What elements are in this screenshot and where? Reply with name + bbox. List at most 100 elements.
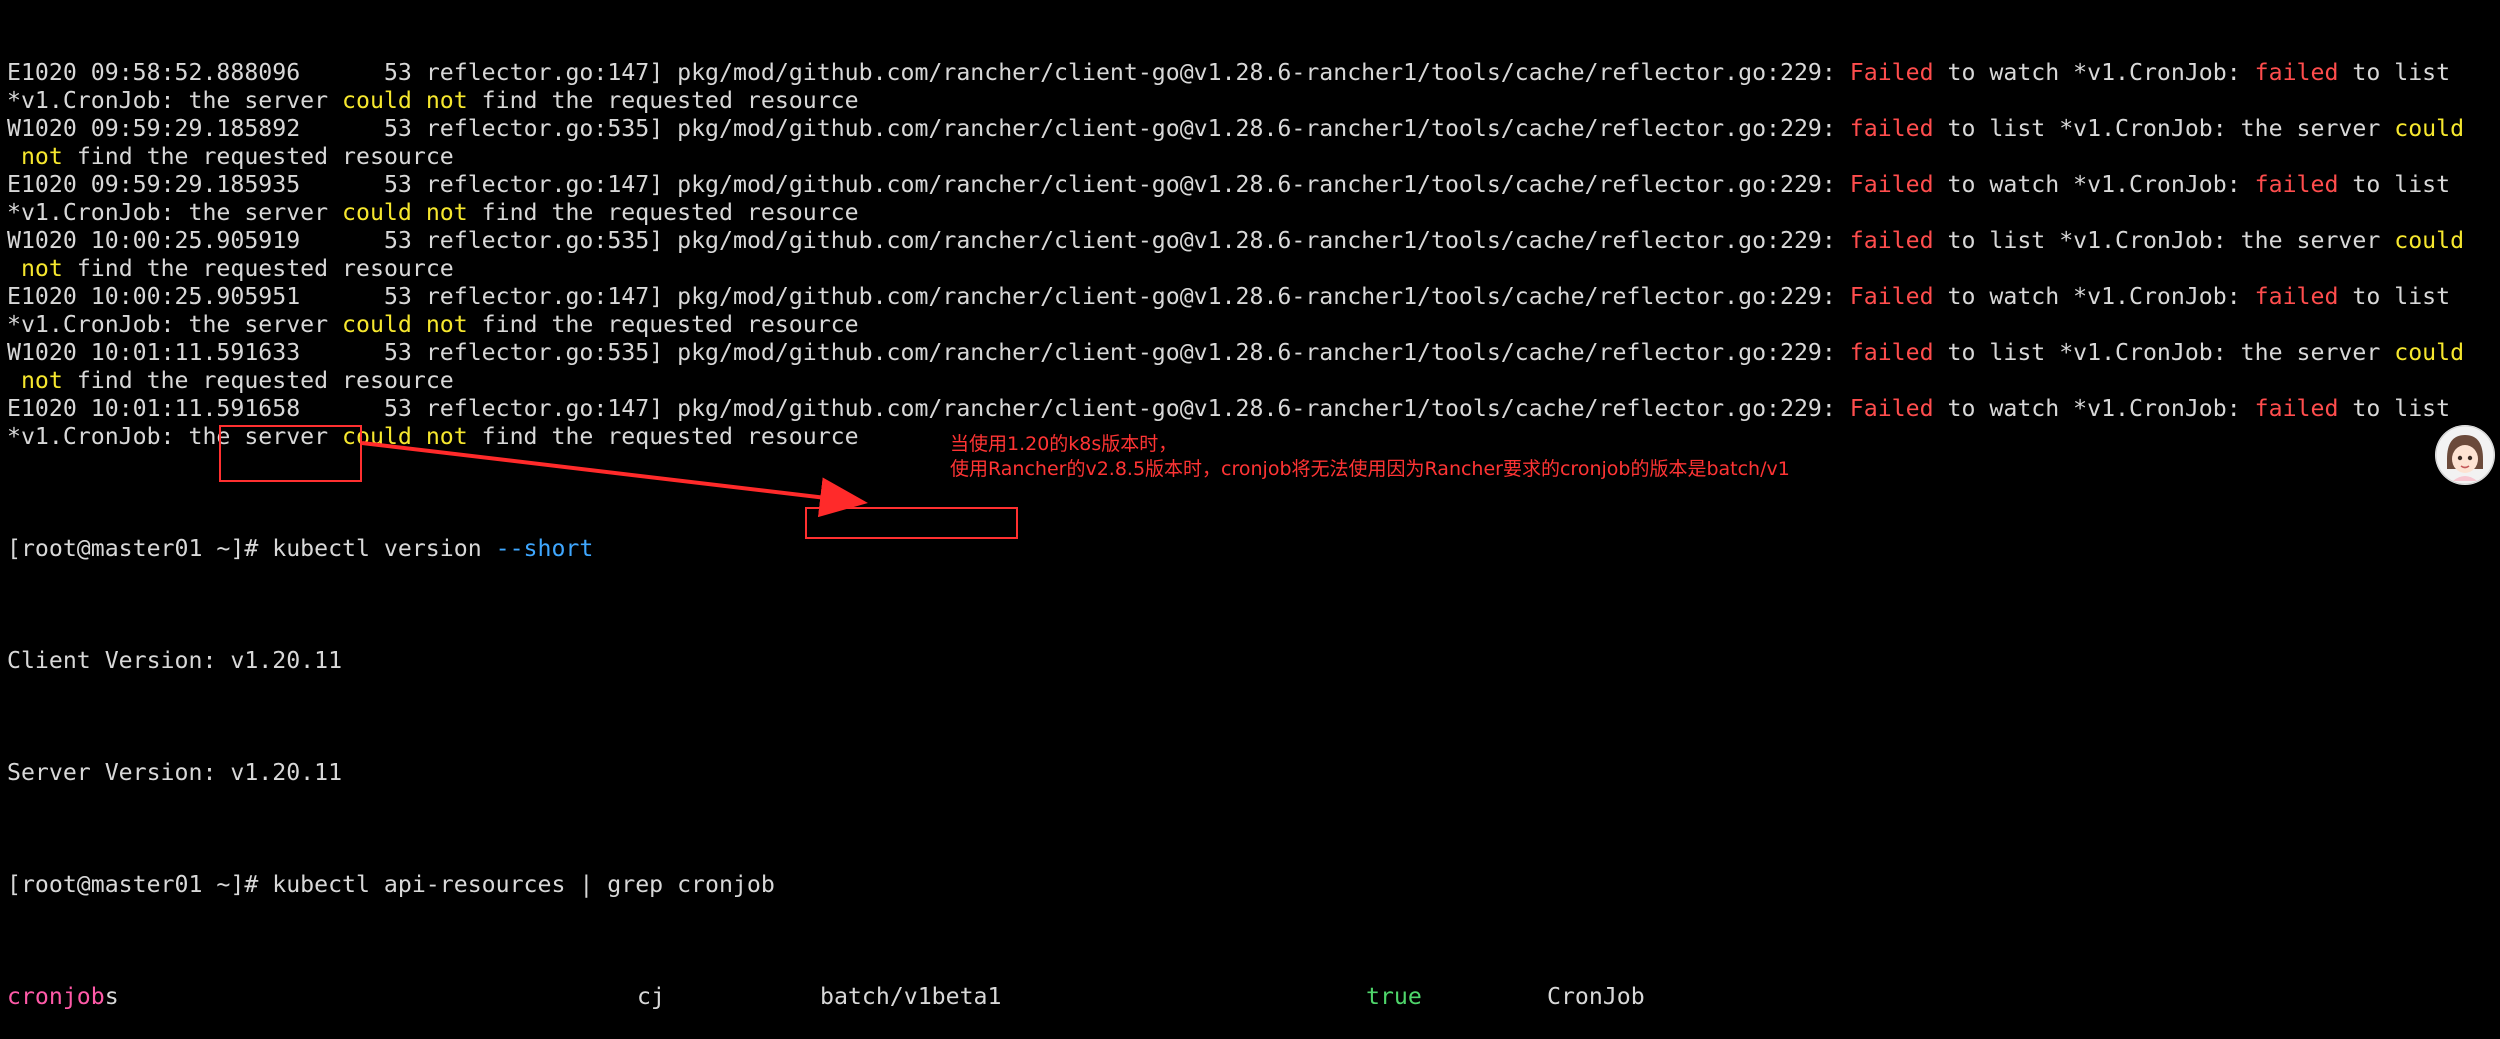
log-source: reflector.go:535] xyxy=(425,227,664,254)
log-line: *v1.CronJob: the server could not find t… xyxy=(7,311,2447,339)
log-line: E1020 10:01:11.591658 53 reflector.go:14… xyxy=(7,395,2451,423)
log-message: find the requested resource xyxy=(467,423,859,450)
log-error-word: failed xyxy=(2254,395,2339,422)
log-line: E1020 09:58:52.888096 53 reflector.go:14… xyxy=(7,59,2450,87)
resource-apiversion: batch/v1beta1 xyxy=(820,983,1002,1010)
client-version-value: v1.20.11 xyxy=(230,647,343,674)
version-highlight-box xyxy=(219,425,362,482)
log-line: *v1.CronJob: the server could not find t… xyxy=(7,87,2447,115)
log-path: pkg/mod/github.com/rancher/client-go@v1.… xyxy=(677,115,1836,142)
log-line: not find the requested resource xyxy=(7,143,2447,171)
apiversion-highlight-box xyxy=(805,507,1018,539)
log-line: not find the requested resource xyxy=(7,367,2447,395)
server-version-line: Server Version: v1.20.11 xyxy=(7,759,2447,787)
command-line-api-resources: [root@master01 ~]# kubectl api-resources… xyxy=(7,871,2447,899)
server-version-label: Server Version: xyxy=(7,759,231,786)
log-line: W1020 10:01:11.591633 53 reflector.go:53… xyxy=(7,339,2464,367)
annotation-text: 当使用1.20的k8s版本时， 使用Rancher的v2.8.5版本时，cronj… xyxy=(950,432,1790,482)
shell-prompt: [root@master01 ~]# xyxy=(7,535,273,562)
log-lines: E1020 09:58:52.888096 53 reflector.go:14… xyxy=(7,59,2464,451)
log-pid: 53 xyxy=(383,227,412,254)
log-message: *v1.CronJob: the server xyxy=(7,311,343,338)
log-highlight-word: not xyxy=(20,255,63,282)
log-highlight-word: not xyxy=(425,423,468,450)
log-path: pkg/mod/github.com/rancher/client-go@v1.… xyxy=(677,227,1836,254)
log-line: E1020 10:00:25.905951 53 reflector.go:14… xyxy=(7,283,2451,311)
resource-name-rest: s xyxy=(104,983,119,1010)
log-line: E1020 09:59:29.185935 53 reflector.go:14… xyxy=(7,171,2450,199)
log-message: find the requested resource xyxy=(467,87,859,114)
resource-namespaced: true xyxy=(1366,983,1422,1010)
log-message: to list xyxy=(2338,395,2451,422)
log-highlight-word: could xyxy=(342,87,412,114)
log-pid: 53 xyxy=(383,171,412,198)
log-error-word: failed xyxy=(1849,339,1934,366)
log-highlight-word: not xyxy=(425,311,468,338)
command-text: kubectl version xyxy=(272,535,496,562)
resource-name-match: cronjob xyxy=(7,983,105,1010)
log-pid: 53 xyxy=(383,395,412,422)
log-error-word: failed xyxy=(1849,115,1934,142)
terminal-output[interactable]: E1020 09:58:52.888096 53 reflector.go:14… xyxy=(7,3,2464,1039)
log-timestamp: 09:59:29.185892 xyxy=(90,115,301,142)
log-path: pkg/mod/github.com/rancher/client-go@v1.… xyxy=(677,171,1836,198)
log-path: pkg/mod/github.com/rancher/client-go@v1.… xyxy=(677,283,1836,310)
log-highlight-word: not xyxy=(425,199,468,226)
command-line-version: [root@master01 ~]# kubectl version --sho… xyxy=(7,535,2447,563)
log-level: E1020 xyxy=(7,395,77,422)
log-line: not find the requested resource xyxy=(7,255,2447,283)
log-message: *v1.CronJob: the server xyxy=(7,87,343,114)
log-timestamp: 09:58:52.888096 xyxy=(90,59,301,86)
log-message: find the requested resource xyxy=(62,367,454,394)
log-level: W1020 xyxy=(7,227,77,254)
annotation-line-1: 当使用1.20的k8s版本时， xyxy=(950,433,1178,455)
log-indent xyxy=(7,367,21,394)
log-highlight-word: not xyxy=(20,143,63,170)
server-version-value: v1.20.11 xyxy=(230,759,343,786)
log-error-word: Failed xyxy=(1849,59,1934,86)
log-message: to watch *v1.CronJob: xyxy=(1933,59,2255,86)
log-line: W1020 09:59:29.185892 53 reflector.go:53… xyxy=(7,115,2464,143)
log-highlight-word: not xyxy=(20,367,63,394)
log-timestamp: 10:00:25.905951 xyxy=(90,283,301,310)
log-source: reflector.go:147] xyxy=(425,395,664,422)
api-resource-row: cronjobs cj batch/v1beta1 true CronJob xyxy=(7,983,2447,1011)
log-message: to list xyxy=(2338,283,2451,310)
log-timestamp: 10:01:11.591658 xyxy=(90,395,301,422)
log-highlight-word: could xyxy=(342,199,412,226)
log-error-word: failed xyxy=(2254,59,2339,86)
log-highlight-word: could xyxy=(342,311,412,338)
log-level: W1020 xyxy=(7,339,77,366)
log-message: find the requested resource xyxy=(62,143,454,170)
log-pid: 53 xyxy=(383,59,412,86)
log-message: to list *v1.CronJob: the server xyxy=(1933,115,2395,142)
client-version-line: Client Version: v1.20.11 xyxy=(7,647,2447,675)
log-error-word: failed xyxy=(2254,171,2339,198)
log-source: reflector.go:535] xyxy=(425,339,664,366)
log-error-word: Failed xyxy=(1849,171,1934,198)
command-text: kubectl api-resources | grep cronjob xyxy=(272,871,775,898)
shell-prompt: [root@master01 ~]# xyxy=(7,871,273,898)
log-message: to watch *v1.CronJob: xyxy=(1933,395,2255,422)
log-error-word: Failed xyxy=(1849,283,1934,310)
log-source: reflector.go:147] xyxy=(425,59,664,86)
log-message: to list *v1.CronJob: the server xyxy=(1933,227,2395,254)
log-error-word: failed xyxy=(1849,227,1934,254)
log-highlight-word: not xyxy=(425,87,468,114)
log-pid: 53 xyxy=(383,339,412,366)
log-path: pkg/mod/github.com/rancher/client-go@v1.… xyxy=(677,339,1836,366)
assistant-avatar-icon[interactable] xyxy=(2435,425,2495,485)
log-message: to watch *v1.CronJob: xyxy=(1933,283,2255,310)
log-error-word: Failed xyxy=(1849,395,1934,422)
resource-shortname: cj xyxy=(637,983,665,1010)
log-highlight-word: could xyxy=(2394,115,2465,142)
log-highlight-word: could xyxy=(2394,339,2465,366)
log-source: reflector.go:535] xyxy=(425,115,664,142)
log-pid: 53 xyxy=(383,283,412,310)
log-message: to list *v1.CronJob: the server xyxy=(1933,339,2395,366)
log-indent xyxy=(7,255,21,282)
log-timestamp: 10:00:25.905919 xyxy=(90,227,301,254)
log-level: E1020 xyxy=(7,171,77,198)
log-path: pkg/mod/github.com/rancher/client-go@v1.… xyxy=(677,59,1836,86)
log-indent xyxy=(7,143,21,170)
